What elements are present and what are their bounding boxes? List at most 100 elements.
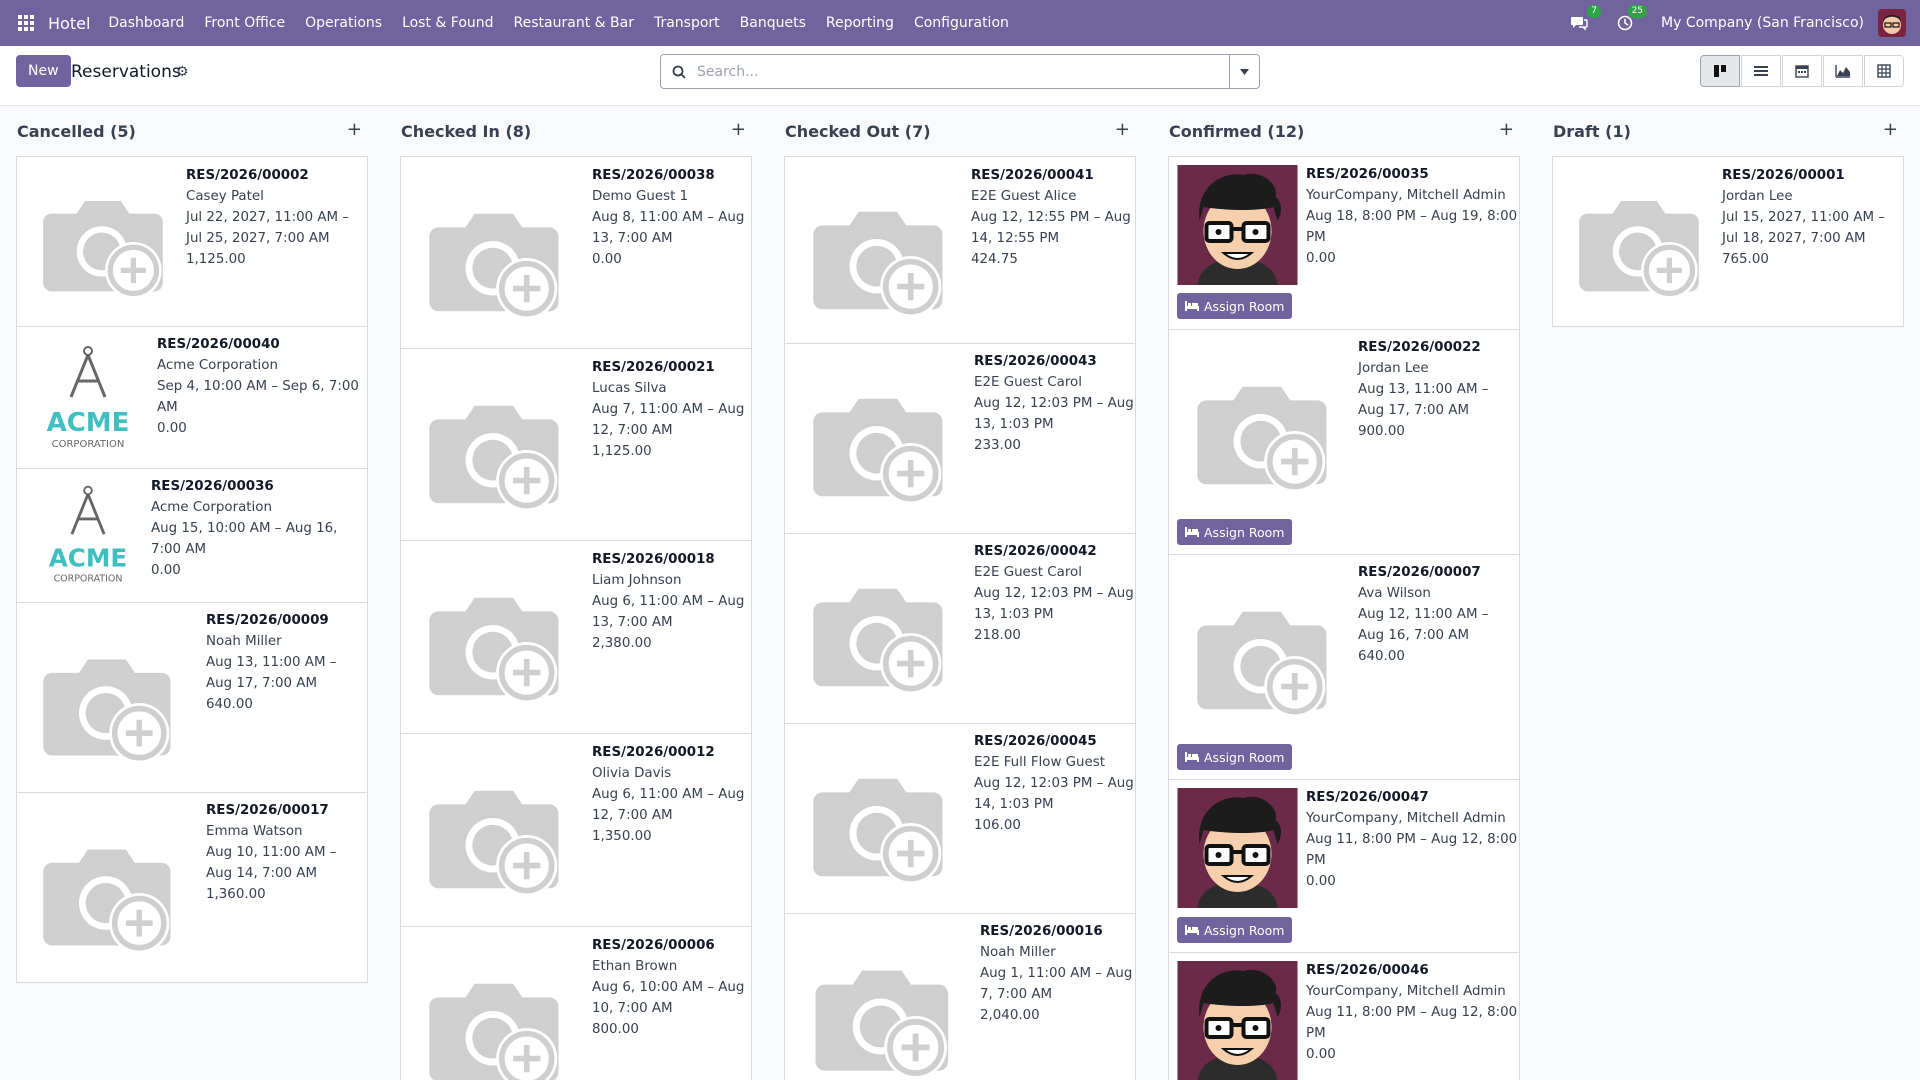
reservation-card[interactable]: RES/2026/00046 YourCompany, Mitchell Adm… (1168, 952, 1520, 1080)
search-input[interactable] (697, 63, 1229, 80)
bed-icon (1185, 925, 1199, 935)
kanban-view-button[interactable] (1700, 55, 1740, 87)
column-quick-create-plus-icon[interactable]: + (1499, 121, 1514, 139)
column-quick-create-plus-icon[interactable]: + (347, 121, 362, 139)
reservation-dates: Aug 11, 8:00 PM – Aug 12, 8:00 PM (1306, 832, 1518, 868)
search-options-toggle-icon[interactable] (1229, 55, 1259, 88)
menu-banquets[interactable]: Banquets (740, 15, 806, 31)
reservation-dates: Aug 11, 8:00 PM – Aug 12, 8:00 PM (1306, 1005, 1518, 1041)
menu-front-office[interactable]: Front Office (204, 15, 285, 31)
calendar-view-button[interactable] (1782, 55, 1822, 87)
menu-reporting[interactable]: Reporting (826, 15, 894, 31)
reservation-ref: RES/2026/00016 (980, 924, 1103, 939)
reservation-card[interactable]: RES/2026/00002 Casey Patel Jul 22, 2027,… (16, 156, 368, 327)
list-view-button[interactable] (1741, 55, 1781, 87)
reservation-ref: RES/2026/00022 (1358, 340, 1481, 355)
reservation-dates: Aug 12, 12:03 PM – Aug 13, 1:03 PM (974, 586, 1134, 622)
bed-icon (1185, 752, 1199, 762)
svg-text:CORPORATION: CORPORATION (54, 574, 123, 585)
guest-name: Noah Miller (980, 945, 1056, 960)
guest-name: Ava Wilson (1358, 586, 1431, 601)
acme-logo: ACME CORPORATION (39, 341, 137, 457)
column-quick-create-plus-icon[interactable]: + (1115, 121, 1130, 139)
guest-name: Olivia Davis (592, 766, 672, 781)
reservation-dates: Aug 12, 12:03 PM – Aug 13, 1:03 PM (974, 396, 1134, 432)
reservation-card[interactable]: RES/2026/00041 E2E Guest Alice Aug 12, 1… (784, 156, 1136, 344)
reservation-card[interactable]: RES/2026/00022 Jordan Lee Aug 13, 11:00 … (1168, 329, 1520, 555)
reservation-card[interactable]: RES/2026/00042 E2E Guest Carol Aug 12, 1… (784, 533, 1136, 724)
camera-placeholder-icon (41, 641, 175, 765)
column-title: Confirmed (12) (1169, 122, 1305, 141)
reservation-ref: RES/2026/00035 (1306, 167, 1429, 182)
reservation-dates: Jul 15, 2027, 11:00 AM – Jul 18, 2027, 7… (1722, 210, 1886, 246)
menu-operations[interactable]: Operations (305, 15, 382, 31)
reservation-dates: Aug 13, 11:00 AM – Aug 17, 7:00 AM (1358, 382, 1489, 418)
reservation-card[interactable]: RES/2026/00035 YourCompany, Mitchell Adm… (1168, 156, 1520, 330)
reservation-card[interactable]: RES/2026/00017 Emma Watson Aug 10, 11:00… (16, 792, 368, 983)
bed-icon (1185, 301, 1199, 311)
column-title: Cancelled (5) (17, 122, 136, 141)
reservation-card[interactable]: RES/2026/00038 Demo Guest 1 Aug 8, 11:00… (400, 156, 752, 349)
reservation-amount: 424.75 (971, 252, 1018, 267)
reservation-ref: RES/2026/00043 (974, 354, 1097, 369)
reservation-ref: RES/2026/00018 (592, 552, 715, 567)
menu-transport[interactable]: Transport (654, 15, 720, 31)
camera-placeholder-icon (811, 760, 947, 886)
apps-grid-icon[interactable] (18, 15, 34, 31)
reservation-card[interactable]: RES/2026/00001 Jordan Lee Jul 15, 2027, … (1552, 156, 1904, 327)
reservation-card[interactable]: RES/2026/00007 Ava Wilson Aug 12, 11:00 … (1168, 554, 1520, 780)
menu-restaurant-bar[interactable]: Restaurant & Bar (514, 15, 634, 31)
reservation-amount: 233.00 (974, 438, 1021, 453)
reservation-card[interactable]: RES/2026/00009 Noah Miller Aug 13, 11:00… (16, 602, 368, 793)
gear-icon[interactable]: ⚙ (176, 64, 189, 80)
reservation-dates: Sep 4, 10:00 AM – Sep 6, 7:00 AM (157, 379, 359, 415)
company-switcher[interactable]: My Company (San Francisco) (1661, 15, 1864, 31)
activities-clock-icon[interactable]: 25 (1615, 5, 1648, 33)
menu-configuration[interactable]: Configuration (914, 15, 1009, 31)
guest-name: Liam Johnson (592, 573, 682, 588)
assign-room-button[interactable]: Assign Room (1177, 293, 1293, 319)
reservation-dates: Aug 13, 11:00 AM – Aug 17, 7:00 AM (206, 655, 337, 691)
guest-name: YourCompany, Mitchell Admin (1306, 811, 1506, 826)
user-avatar[interactable] (1878, 9, 1906, 37)
reservation-dates: Aug 7, 11:00 AM – Aug 12, 7:00 AM (592, 402, 745, 438)
camera-placeholder-icon (427, 195, 563, 321)
area-chart-icon (1835, 65, 1850, 78)
new-button[interactable]: New (16, 55, 71, 87)
reservation-card[interactable]: RES/2026/00043 E2E Guest Carol Aug 12, 1… (784, 343, 1136, 534)
reservation-amount: 800.00 (592, 1022, 639, 1037)
reservation-card[interactable]: RES/2026/00016 Noah Miller Aug 1, 11:00 … (784, 913, 1136, 1080)
assign-room-button[interactable]: Assign Room (1177, 519, 1293, 545)
assign-room-label: Assign Room (1204, 524, 1285, 540)
reservation-card[interactable]: ACME CORPORATION RES/2026/00036 Acme Corp… (16, 468, 368, 603)
reservation-amount: 640.00 (206, 697, 253, 712)
app-brand[interactable]: Hotel (48, 14, 90, 33)
assign-room-label: Assign Room (1204, 749, 1285, 765)
reservation-card[interactable]: RES/2026/00012 Olivia Davis Aug 6, 11:00… (400, 733, 752, 927)
reservation-ref: RES/2026/00047 (1306, 790, 1429, 805)
reservation-card[interactable]: RES/2026/00047 YourCompany, Mitchell Adm… (1168, 779, 1520, 953)
reservation-card[interactable]: RES/2026/00006 Ethan Brown Aug 6, 10:00 … (400, 926, 752, 1080)
navbar-systray: 7 25 My Company (San Francisco) (1569, 0, 1906, 46)
assign-room-label: Assign Room (1204, 922, 1285, 938)
graph-view-button[interactable] (1823, 55, 1863, 87)
reservation-card[interactable]: RES/2026/00018 Liam Johnson Aug 6, 11:00… (400, 540, 752, 734)
reservation-card[interactable]: ACME CORPORATION RES/2026/00040 Acme Corp… (16, 326, 368, 469)
assign-room-button[interactable]: Assign Room (1177, 744, 1293, 770)
guest-name: E2E Full Flow Guest (974, 755, 1106, 770)
menu-lost-found[interactable]: Lost & Found (402, 15, 493, 31)
camera-placeholder-icon (427, 579, 563, 705)
menu-dashboard[interactable]: Dashboard (108, 15, 184, 31)
column-quick-create-plus-icon[interactable]: + (731, 121, 746, 139)
guest-name: E2E Guest Alice (971, 189, 1077, 204)
pivot-view-button[interactable] (1864, 55, 1904, 87)
reservation-dates: Aug 18, 8:00 PM – Aug 19, 8:00 PM (1306, 209, 1518, 245)
reservation-card[interactable]: RES/2026/00045 E2E Full Flow Guest Aug 1… (784, 723, 1136, 914)
messages-icon[interactable]: 7 (1569, 5, 1602, 33)
acme-logo: ACME CORPORATION (39, 481, 137, 591)
reservation-card[interactable]: RES/2026/00021 Lucas Silva Aug 7, 11:00 … (400, 348, 752, 541)
camera-placeholder-icon (1195, 368, 1331, 494)
column-quick-create-plus-icon[interactable]: + (1883, 121, 1898, 139)
assign-room-button[interactable]: Assign Room (1177, 917, 1293, 943)
camera-placeholder-icon (1195, 593, 1331, 719)
